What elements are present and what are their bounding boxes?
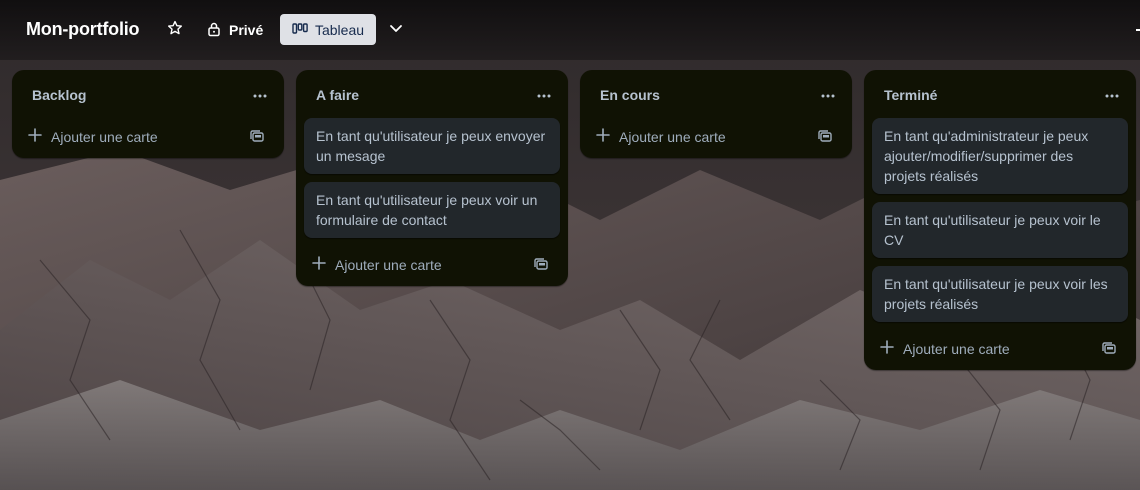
board-view-label: Tableau: [314, 21, 365, 38]
chevron-down-icon: [388, 20, 404, 41]
plus-icon: [312, 256, 326, 273]
list-title[interactable]: Terminé: [884, 87, 937, 103]
more-horizontal-icon: [537, 85, 551, 103]
more-horizontal-icon: [1105, 85, 1119, 103]
list-menu-button[interactable]: [1100, 84, 1124, 104]
create-from-template-button[interactable]: [534, 258, 550, 274]
board-view-icon: [292, 22, 308, 38]
list-title[interactable]: Backlog: [32, 87, 86, 103]
header-overflow-edge: [1136, 29, 1140, 31]
list-menu-button[interactable]: [816, 84, 840, 104]
plus-icon: [596, 128, 610, 145]
card-template-icon: [250, 130, 264, 148]
board-header: Mon-portfolio Privé Tableau: [0, 0, 1140, 60]
card[interactable]: En tant qu'utilisateur je peux voir les …: [872, 266, 1128, 322]
board-title[interactable]: Mon-portfolio: [26, 19, 140, 40]
list-footer: Ajouter une carte: [12, 118, 284, 158]
star-icon: [167, 20, 183, 41]
view-switcher-button[interactable]: [384, 18, 408, 42]
card[interactable]: En tant qu'utilisateur je peux envoyer u…: [304, 118, 560, 174]
list-menu-button[interactable]: [532, 84, 556, 104]
visibility-label: Privé: [229, 22, 264, 38]
add-card-label: Ajouter une carte: [51, 128, 158, 145]
create-from-template-button[interactable]: [818, 130, 834, 146]
add-card-button[interactable]: Ajouter une carte: [28, 128, 158, 145]
add-card-label: Ajouter une carte: [619, 128, 726, 145]
lock-icon: [207, 21, 221, 40]
list-footer: Ajouter une carte: [296, 246, 568, 286]
board-view-button[interactable]: Tableau: [280, 14, 376, 45]
add-card-button[interactable]: Ajouter une carte: [880, 340, 1010, 357]
visibility-button[interactable]: Privé: [207, 18, 263, 42]
list-title[interactable]: A faire: [316, 87, 359, 103]
list-title[interactable]: En cours: [600, 87, 660, 103]
list-header: En cours: [580, 70, 852, 118]
list-header: Terminé: [864, 70, 1136, 118]
card[interactable]: En tant qu'utilisateur je peux voir un f…: [304, 182, 560, 238]
card-list: En tant qu'utilisateur je peux envoyer u…: [296, 118, 568, 238]
add-card-label: Ajouter une carte: [903, 340, 1010, 357]
card-list: En tant qu'administrateur je peux ajoute…: [864, 118, 1136, 322]
list-a-faire: A faire En tant qu'utilisateur je peux e…: [296, 70, 568, 286]
add-card-button[interactable]: Ajouter une carte: [596, 128, 726, 145]
list-header: A faire: [296, 70, 568, 118]
create-from-template-button[interactable]: [1102, 342, 1118, 358]
plus-icon: [880, 340, 894, 357]
star-board-button[interactable]: [164, 19, 186, 41]
list-termine: Terminé En tant qu'administrateur je peu…: [864, 70, 1136, 370]
list-footer: Ajouter une carte: [864, 330, 1136, 370]
list-menu-button[interactable]: [248, 84, 272, 104]
card[interactable]: En tant qu'administrateur je peux ajoute…: [872, 118, 1128, 194]
list-en-cours: En cours Ajouter une carte: [580, 70, 852, 158]
card[interactable]: En tant qu'utilisateur je peux voir le C…: [872, 202, 1128, 258]
add-card-label: Ajouter une carte: [335, 256, 442, 273]
list-footer: Ajouter une carte: [580, 118, 852, 158]
card-template-icon: [818, 130, 832, 148]
card-template-icon: [534, 258, 548, 276]
list-backlog: Backlog Ajouter une carte: [12, 70, 284, 158]
create-from-template-button[interactable]: [250, 130, 266, 146]
plus-icon: [28, 128, 42, 145]
more-horizontal-icon: [821, 85, 835, 103]
list-header: Backlog: [12, 70, 284, 118]
more-horizontal-icon: [253, 85, 267, 103]
card-template-icon: [1102, 342, 1116, 360]
add-card-button[interactable]: Ajouter une carte: [312, 256, 442, 273]
